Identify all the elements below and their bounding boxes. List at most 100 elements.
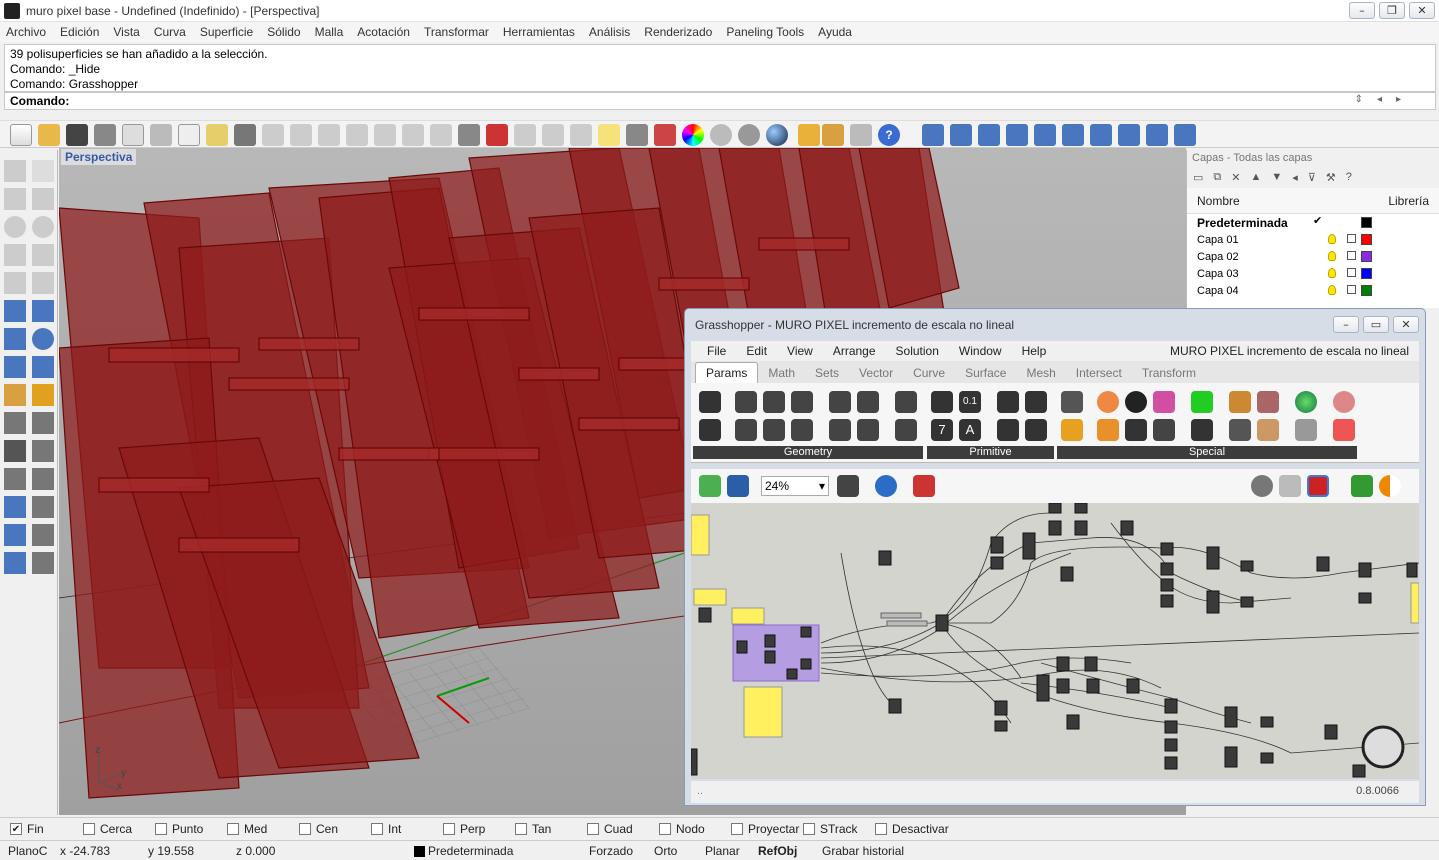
move-up-icon[interactable]: ▲: [1250, 171, 1261, 183]
cplane-icon[interactable]: [514, 124, 536, 146]
layer-color-swatch[interactable]: [1361, 268, 1372, 279]
wireframe-sphere-icon[interactable]: [710, 124, 732, 146]
menu-malla[interactable]: Malla: [315, 25, 344, 39]
preview-shaded-icon[interactable]: [1279, 475, 1301, 497]
unlock-icon[interactable]: [1347, 251, 1356, 260]
param-integer-icon[interactable]: 7: [931, 419, 953, 441]
gh-close-button[interactable]: ✕: [1393, 316, 1419, 333]
gradient-icon[interactable]: [1097, 391, 1119, 413]
zoom-icon[interactable]: [318, 124, 340, 146]
hatch-icon[interactable]: [32, 552, 54, 574]
car-icon[interactable]: [486, 124, 508, 146]
checkbox-icon[interactable]: [443, 823, 455, 835]
snap-cerca[interactable]: Cerca: [83, 822, 132, 836]
group-icon[interactable]: [4, 524, 26, 546]
planar-toggle[interactable]: Planar: [705, 844, 740, 858]
refobj-toggle[interactable]: RefObj: [758, 844, 797, 858]
param-geometry-icon[interactable]: [857, 419, 879, 441]
shaded-sphere-icon[interactable]: [738, 124, 760, 146]
menu-curva[interactable]: Curva: [154, 25, 186, 39]
menu-acotacion[interactable]: Acotación: [357, 25, 410, 39]
preview-wire-icon[interactable]: [1251, 475, 1273, 497]
gh-menu-arrange[interactable]: Arrange: [833, 344, 876, 358]
menu-archivo[interactable]: Archivo: [6, 25, 46, 39]
param-surface-icon[interactable]: [791, 391, 813, 413]
select-arrow-icon[interactable]: [4, 160, 26, 182]
boolean-intersection-icon[interactable]: [978, 124, 1000, 146]
cluster-icon[interactable]: [1191, 391, 1213, 413]
open-folder-icon[interactable]: [38, 124, 60, 146]
transform-gear-icon[interactable]: [4, 384, 26, 406]
boolean-split-icon[interactable]: [1006, 124, 1028, 146]
param-string-icon[interactable]: A: [959, 419, 981, 441]
text-icon[interactable]: [4, 496, 26, 518]
cylinder-icon[interactable]: [4, 356, 26, 378]
target-icon[interactable]: [542, 124, 564, 146]
tab-params[interactable]: Params: [695, 362, 759, 383]
toggle-icon[interactable]: [1097, 419, 1119, 441]
layer-color-swatch[interactable]: [1361, 234, 1372, 245]
grid-snap-icon[interactable]: [850, 124, 872, 146]
pan-hand-icon[interactable]: [262, 124, 284, 146]
swatch-icon[interactable]: [1295, 391, 1317, 413]
split-icon[interactable]: [32, 412, 54, 434]
param-box-icon[interactable]: [829, 391, 851, 413]
checkbox-icon[interactable]: [659, 823, 671, 835]
point-icon[interactable]: [32, 160, 54, 182]
lock-icon[interactable]: [626, 124, 648, 146]
ellipse-icon[interactable]: [32, 216, 54, 238]
tab-surface[interactable]: Surface: [955, 363, 1016, 383]
snap-perp[interactable]: Perp: [443, 822, 485, 836]
layer-color-swatch[interactable]: [1361, 251, 1372, 262]
tab-intersect[interactable]: Intersect: [1066, 363, 1132, 383]
button-icon[interactable]: [1125, 419, 1147, 441]
snap-nodo[interactable]: Nodo: [659, 822, 705, 836]
extrude-icon[interactable]: [1062, 124, 1084, 146]
array-icon[interactable]: [32, 440, 54, 462]
snap-proyectar[interactable]: Proyectar: [731, 822, 799, 836]
viewport-label[interactable]: Perspectiva: [61, 149, 137, 165]
param-field-icon[interactable]: [895, 391, 917, 413]
menu-renderizado[interactable]: Renderizado: [644, 25, 712, 39]
gh-canvas[interactable]: [691, 503, 1419, 779]
cplane-status[interactable]: PlanoC: [8, 844, 47, 858]
slider-icon[interactable]: [1153, 391, 1175, 413]
rendered-sphere-icon[interactable]: [766, 124, 788, 146]
sphere-icon[interactable]: [32, 328, 54, 350]
command-nav-arrows[interactable]: ⇕◂▸: [1355, 94, 1415, 105]
gate-icon[interactable]: [1333, 391, 1355, 413]
settings-gear-icon[interactable]: [822, 124, 844, 146]
tab-vector[interactable]: Vector: [849, 363, 903, 383]
checkbox-icon[interactable]: [371, 823, 383, 835]
options-icon[interactable]: [798, 124, 820, 146]
gh-menu-file[interactable]: File: [707, 344, 726, 358]
layer-row[interactable]: Capa 02: [1187, 248, 1439, 265]
light-bulb-icon[interactable]: [598, 124, 620, 146]
light-bulb-icon[interactable]: [1328, 234, 1336, 244]
menu-herramientas[interactable]: Herramientas: [503, 25, 575, 39]
zoom-extents-icon[interactable]: [837, 475, 859, 497]
export-icon[interactable]: [122, 124, 144, 146]
offset-icon[interactable]: [4, 468, 26, 490]
layers-col-library[interactable]: Librería: [1388, 194, 1429, 208]
loft-icon[interactable]: [32, 300, 54, 322]
block-icon[interactable]: [4, 552, 26, 574]
menu-analisis[interactable]: Análisis: [589, 25, 630, 39]
command-input[interactable]: Comando: ⇕◂▸: [4, 92, 1436, 110]
layer-row[interactable]: Capa 03: [1187, 265, 1439, 282]
rotate-view-icon[interactable]: [290, 124, 312, 146]
forzado-toggle[interactable]: Forzado: [589, 844, 633, 858]
checkbox-icon[interactable]: [803, 823, 815, 835]
checkbox-icon[interactable]: [515, 823, 527, 835]
boolean-icon[interactable]: [4, 440, 26, 462]
param-number-icon[interactable]: 0.1: [959, 391, 981, 413]
cut-icon[interactable]: [150, 124, 172, 146]
delete-layer-icon[interactable]: ✕: [1231, 171, 1240, 184]
param-domain-icon[interactable]: [997, 391, 1019, 413]
paste-icon[interactable]: [206, 124, 228, 146]
tab-transform[interactable]: Transform: [1132, 363, 1206, 383]
snap-punto[interactable]: Punto: [155, 822, 203, 836]
snap-strack[interactable]: STrack: [803, 822, 858, 836]
param-transform-icon[interactable]: [895, 419, 917, 441]
gh-menu-edit[interactable]: Edit: [746, 344, 767, 358]
